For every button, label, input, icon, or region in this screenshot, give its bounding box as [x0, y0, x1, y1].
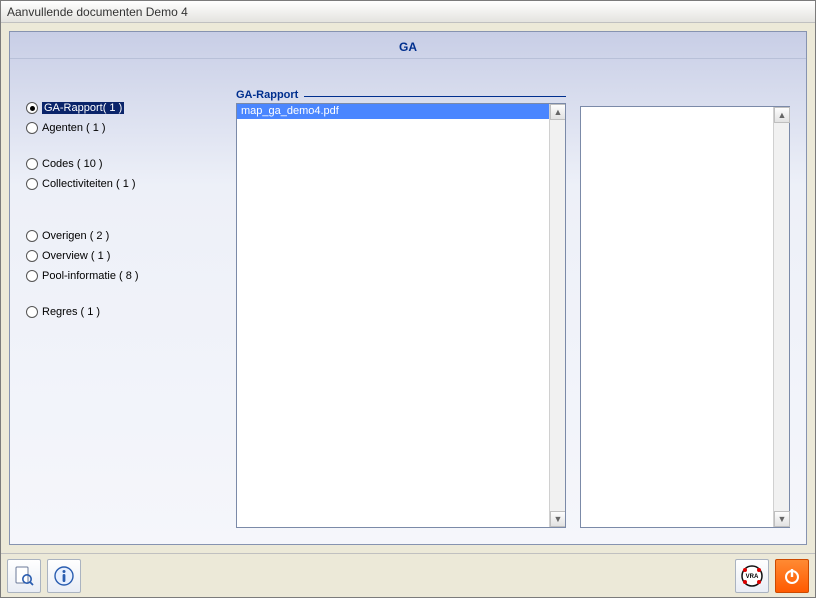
scroll-down-icon[interactable]: ▼	[550, 511, 566, 527]
category-item[interactable]: Codes ( 10 )	[26, 155, 236, 173]
svg-text:VRA: VRA	[746, 574, 759, 580]
close-button[interactable]	[775, 559, 809, 593]
category-gap	[26, 211, 236, 225]
titlebar: Aanvullende documenten Demo 4	[1, 1, 815, 23]
category-list: GA-Rapport( 1 ) Agenten ( 1 ) Codes ( 10 )…	[26, 89, 236, 528]
file-group-label: GA-Rapport	[236, 89, 566, 101]
radio-icon	[26, 158, 38, 170]
category-item[interactable]: Agenten ( 1 )	[26, 119, 236, 137]
preview-column: ▲ ▼	[580, 106, 790, 528]
file-item[interactable]: map_ga_demo4.pdf	[237, 104, 549, 119]
power-icon	[782, 566, 802, 586]
toolbar: VRA	[1, 553, 815, 597]
main-panel: GA GA-Rapport( 1 ) Agenten ( 1 ) Codes ( 1…	[9, 31, 807, 545]
radio-icon	[26, 230, 38, 242]
radio-icon	[26, 122, 38, 134]
preview-document-button[interactable]	[7, 559, 41, 593]
category-label: GA-Rapport( 1 )	[42, 102, 124, 114]
listbox-scrollbar[interactable]: ▲ ▼	[549, 104, 565, 527]
category-item[interactable]: Collectiviteiten ( 1 )	[26, 175, 236, 193]
radio-icon	[26, 178, 38, 190]
category-label: Pool-informatie ( 8 )	[42, 270, 139, 282]
scroll-down-icon[interactable]: ▼	[774, 511, 790, 527]
category-item[interactable]: Pool-informatie ( 8 )	[26, 267, 236, 285]
panel-header: GA	[10, 32, 806, 59]
vra-icon: VRA	[739, 563, 765, 589]
scroll-up-icon[interactable]: ▲	[774, 107, 790, 123]
file-group-text: GA-Rapport	[236, 89, 298, 101]
radio-icon	[26, 306, 38, 318]
info-icon	[53, 565, 75, 587]
radio-icon	[26, 270, 38, 282]
category-item[interactable]: Overigen ( 2 )	[26, 227, 236, 245]
category-label: Regres ( 1 )	[42, 306, 100, 318]
radio-icon	[26, 102, 38, 114]
info-button[interactable]	[47, 559, 81, 593]
category-label: Overigen ( 2 )	[42, 230, 109, 242]
panel-title: GA	[399, 40, 417, 54]
file-listbox[interactable]: map_ga_demo4.pdf ▲ ▼	[236, 103, 566, 528]
category-item[interactable]: GA-Rapport( 1 )	[26, 99, 236, 117]
file-column: GA-Rapport map_ga_demo4.pdf ▲ ▼	[236, 89, 566, 528]
category-gap	[26, 195, 236, 209]
category-label: Collectiviteiten ( 1 )	[42, 178, 136, 190]
content-area: GA GA-Rapport( 1 ) Agenten ( 1 ) Codes ( 1…	[1, 23, 815, 553]
document-magnify-icon	[13, 565, 35, 587]
group-divider	[304, 96, 566, 97]
category-label: Codes ( 10 )	[42, 158, 103, 170]
category-item[interactable]: Overview ( 1 )	[26, 247, 236, 265]
preview-scrollbar[interactable]: ▲ ▼	[773, 107, 789, 527]
category-gap	[26, 287, 236, 301]
preview-pane: ▲ ▼	[580, 106, 790, 528]
category-item[interactable]: Regres ( 1 )	[26, 303, 236, 321]
window: Aanvullende documenten Demo 4 GA GA-Rapp…	[0, 0, 816, 598]
category-label: Overview ( 1 )	[42, 250, 110, 262]
scroll-up-icon[interactable]: ▲	[550, 104, 566, 120]
window-title: Aanvullende documenten Demo 4	[7, 5, 188, 19]
category-gap	[26, 139, 236, 153]
radio-icon	[26, 250, 38, 262]
category-label: Agenten ( 1 )	[42, 122, 106, 134]
vra-button[interactable]: VRA	[735, 559, 769, 593]
panel-body: GA-Rapport( 1 ) Agenten ( 1 ) Codes ( 10 )…	[10, 59, 806, 544]
